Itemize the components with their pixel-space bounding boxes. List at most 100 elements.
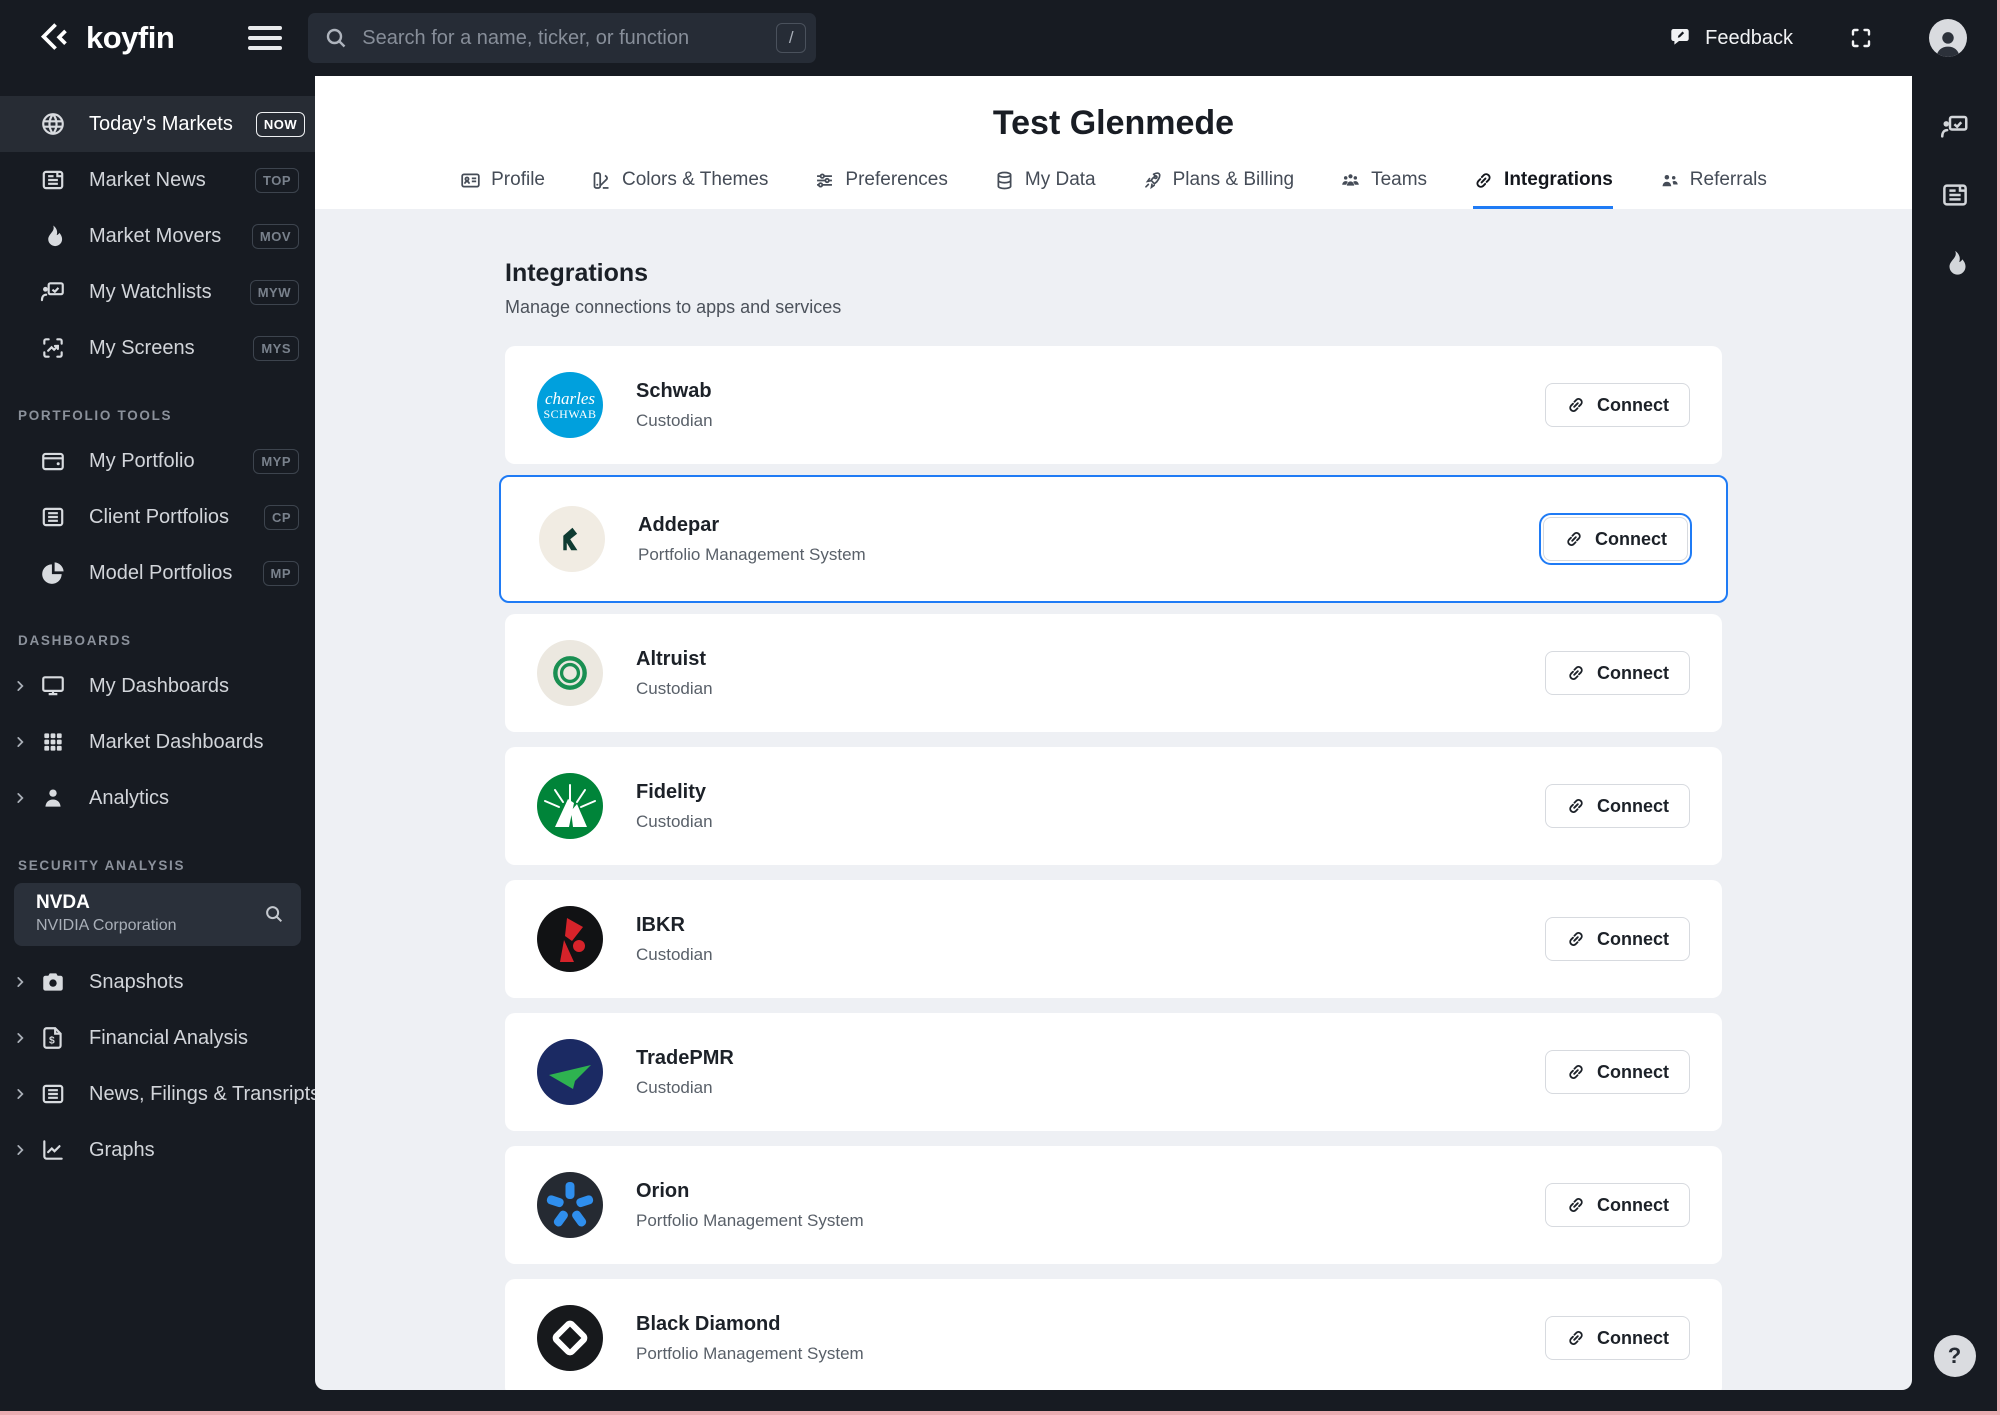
connect-label: Connect — [1597, 662, 1669, 683]
tab-label: Colors & Themes — [621, 169, 769, 190]
user-avatar[interactable] — [1929, 19, 1967, 57]
sidebar-item-label: Analytics — [89, 786, 170, 809]
tab-preferences[interactable]: Preferences — [814, 169, 948, 209]
tab-label: Teams — [1371, 169, 1428, 190]
tab-profile[interactable]: Profile — [460, 169, 545, 209]
news-panel-icon[interactable] — [1940, 180, 1970, 210]
connect-button-schwab[interactable]: Connect — [1545, 383, 1690, 427]
tab-integrations[interactable]: Integrations — [1473, 169, 1613, 209]
settings-header: Test Glenmede Profile Colors & Themes Pr… — [315, 76, 1912, 209]
schwab-logo: charles SCHWAB — [537, 372, 603, 438]
tab-plans-billing[interactable]: Plans & Billing — [1142, 169, 1294, 209]
integration-card-list: charles SCHWAB Schwab Custodian Connect — [499, 346, 1728, 1390]
sidebar-item-label: My Dashboards — [89, 674, 230, 697]
sidebar-item-model-portfolios[interactable]: Model Portfolios MP — [0, 545, 315, 601]
menu-hamburger-icon[interactable] — [248, 26, 283, 50]
sidebar-item-label: Market Movers — [89, 224, 222, 247]
sidebar-item-label: Snapshots — [89, 970, 184, 993]
connect-button-orion[interactable]: Connect — [1545, 1183, 1690, 1227]
sidebar-item-label: Today's Markets — [89, 112, 233, 135]
tab-my-data[interactable]: My Data — [994, 169, 1096, 209]
svg-text:$: $ — [49, 1035, 55, 1046]
connect-button-addepar[interactable]: Connect — [1539, 513, 1692, 565]
chevron-right-icon — [17, 977, 24, 987]
sidebar-item-my-dashboards[interactable]: My Dashboards — [0, 658, 315, 714]
globe-icon — [42, 113, 64, 135]
sidebar-item-my-portfolio[interactable]: My Portfolio MYP — [0, 433, 315, 489]
integration-name: Altruist — [636, 647, 706, 670]
integration-card-fidelity: Fidelity Custodian Connect — [505, 747, 1722, 865]
chevron-right-icon — [17, 1089, 24, 1099]
integration-card-addepar: Addepar Portfolio Management System Conn… — [499, 475, 1728, 603]
tab-colors-themes[interactable]: Colors & Themes — [591, 169, 768, 209]
link-icon — [1569, 1065, 1583, 1079]
connect-button-altruist[interactable]: Connect — [1545, 651, 1690, 695]
sidebar-item-market-news[interactable]: Market News TOP — [0, 152, 315, 208]
sidebar-item-snapshots[interactable]: Snapshots — [0, 954, 315, 1010]
altruist-logo — [537, 640, 603, 706]
help-button[interactable]: ? — [1933, 1335, 1976, 1377]
newspaper-icon — [42, 1084, 64, 1104]
watchlist-panel-icon[interactable] — [1940, 112, 1970, 142]
koyfin-logo[interactable]: koyfin — [40, 20, 175, 56]
sidebar-item-analytics[interactable]: Analytics — [0, 770, 315, 826]
integration-card-black-diamond: Black Diamond Portfolio Management Syste… — [505, 1279, 1722, 1390]
integration-name: Addepar — [638, 513, 720, 536]
line-chart-icon — [43, 1140, 63, 1160]
schwab-logo-line2: SCHWAB — [543, 406, 597, 421]
newspaper-icon — [42, 170, 64, 190]
search-input[interactable] — [360, 25, 777, 51]
chevron-right-icon — [17, 1033, 24, 1043]
integrations-content: Integrations Manage connections to apps … — [315, 209, 1912, 1390]
sidebar-section-portfolio-tools: PORTFOLIO TOOLS — [18, 408, 173, 423]
top-bar: koyfin / Feedback — [0, 0, 1997, 76]
integration-type: Custodian — [636, 1077, 713, 1097]
connect-button-fidelity[interactable]: Connect — [1545, 784, 1690, 828]
sidebar-item-label: My Portfolio — [89, 449, 195, 472]
integration-card-altruist: Altruist Custodian Connect — [505, 614, 1722, 732]
sidebar-section-dashboards: DASHBOARDS — [18, 633, 132, 648]
sidebar-item-label: Graphs — [89, 1138, 155, 1161]
sidebar-item-news-filings-transcripts[interactable]: News, Filings & Transripts — [0, 1066, 315, 1122]
sidebar-section-security-analysis: SECURITY ANALYSIS — [18, 858, 186, 873]
global-search[interactable]: / — [308, 13, 817, 63]
connect-button-tradepmr[interactable]: Connect — [1545, 1050, 1690, 1094]
fullscreen-icon[interactable] — [1849, 26, 1873, 50]
sidebar-item-todays-markets[interactable]: Today's Markets NOW — [0, 96, 315, 152]
right-icon-rail: ? — [1912, 76, 1997, 1411]
referrals-icon — [1662, 174, 1678, 186]
integration-type: Portfolio Management System — [638, 544, 866, 564]
sidebar-item-financial-analysis[interactable]: $ Financial Analysis — [0, 1010, 315, 1066]
left-sidebar: Today's Markets NOW Market News TOP Mark… — [0, 76, 315, 1411]
feedback-button[interactable]: Feedback — [1669, 26, 1793, 50]
integration-type: Custodian — [636, 678, 713, 698]
connect-label: Connect — [1597, 795, 1669, 816]
connect-button-black-diamond[interactable]: Connect — [1545, 1316, 1690, 1360]
chevron-right-icon — [17, 1145, 24, 1155]
feedback-label: Feedback — [1705, 26, 1793, 49]
database-icon — [997, 171, 1012, 189]
sidebar-item-client-portfolios[interactable]: Client Portfolios CP — [0, 489, 315, 545]
integration-type: Custodian — [636, 944, 713, 964]
schwab-logo-line1: charles — [544, 388, 596, 408]
sidebar-item-market-dashboards[interactable]: Market Dashboards — [0, 714, 315, 770]
pie-chart-icon — [42, 562, 64, 584]
sidebar-item-my-watchlists[interactable]: My Watchlists MYW — [0, 264, 315, 320]
sliders-icon — [817, 173, 833, 187]
integration-card-ibkr: IBKR Custodian Connect — [505, 880, 1722, 998]
sidebar-item-label: Financial Analysis — [89, 1026, 248, 1049]
movers-panel-icon[interactable] — [1940, 248, 1970, 278]
koyfin-app: koyfin / Feedback — [0, 0, 2000, 1415]
sidebar-item-my-screens[interactable]: My Screens MYS — [0, 320, 315, 376]
search-icon — [327, 28, 346, 48]
sidebar-item-market-movers[interactable]: Market Movers MOV — [0, 208, 315, 264]
tab-referrals[interactable]: Referrals — [1659, 169, 1767, 209]
ticker-search-box[interactable]: NVDA NVIDIA Corporation — [14, 883, 301, 946]
fidelity-logo — [537, 773, 603, 839]
ticker-symbol: NVDA — [36, 892, 90, 913]
tab-teams[interactable]: Teams — [1340, 169, 1427, 209]
sidebar-item-graphs[interactable]: Graphs — [0, 1122, 315, 1178]
integration-name: Schwab — [636, 379, 712, 402]
shortcut-badge: MYW — [249, 279, 299, 305]
connect-button-ibkr[interactable]: Connect — [1545, 917, 1690, 961]
